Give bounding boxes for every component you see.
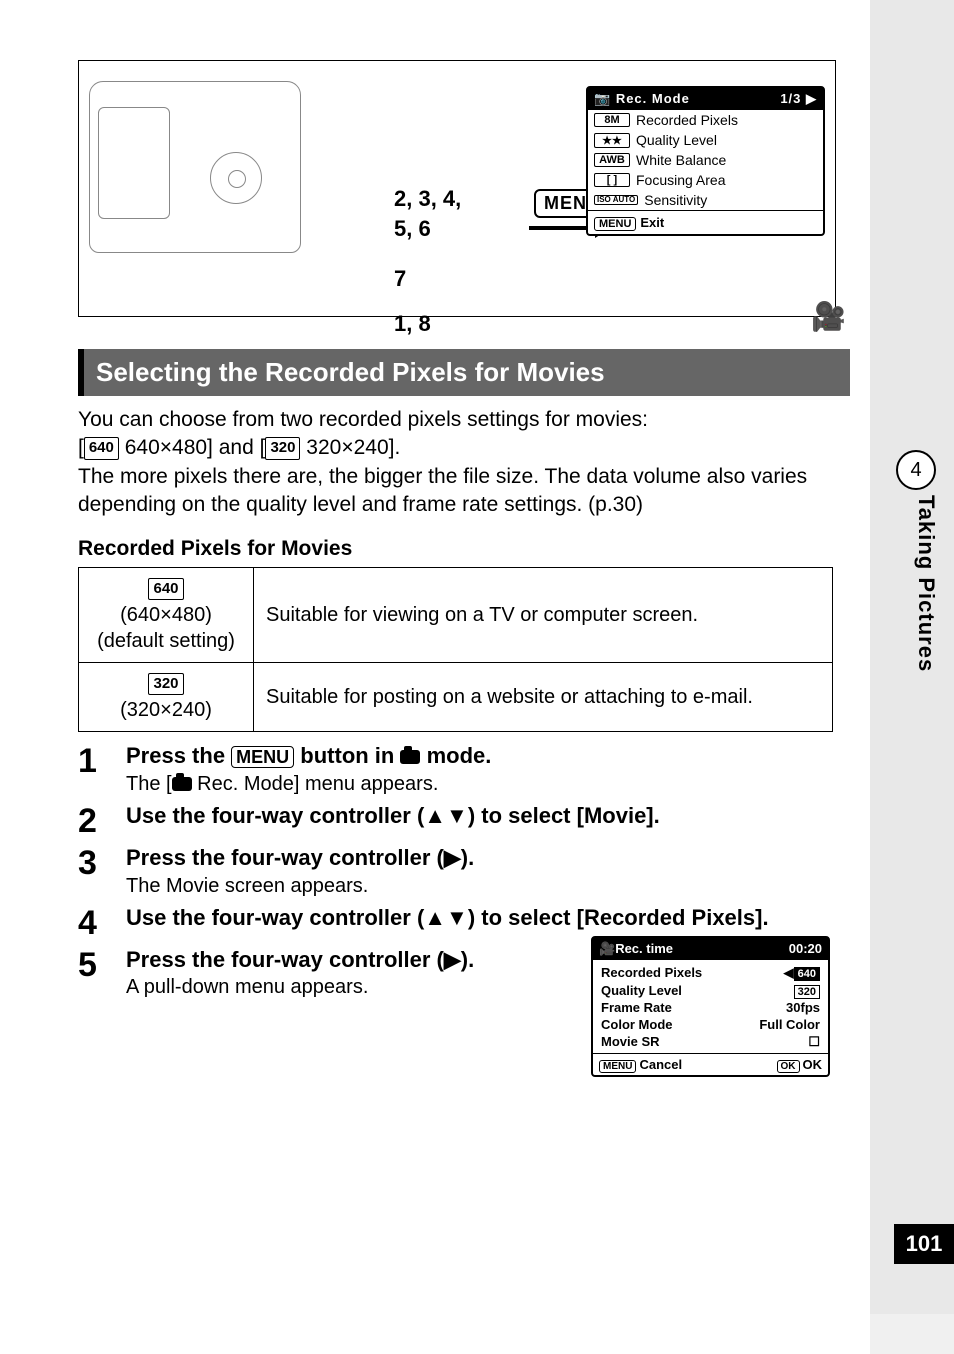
- lcd-row-quality: ★★Quality Level: [588, 130, 823, 150]
- side-tab: 4 Taking Pictures 101: [870, 0, 954, 1314]
- lcd2-row-colormode: Color Mode Full Color: [601, 1016, 820, 1033]
- lcd-icon-awb: AWB: [594, 153, 630, 167]
- lcd-row-recorded-pixels: 8MRecorded Pixels: [588, 110, 823, 130]
- pixel-option-320: 320: [794, 985, 820, 999]
- step-5: 5 Press the four-way controller (▶). A p…: [78, 946, 850, 1000]
- step-4: 4 Use the four-way controller (▲▼) to se…: [78, 904, 850, 940]
- lcd2-row-recorded-pixels: Recorded Pixels ◀640: [601, 964, 820, 982]
- page-number: 101: [894, 1224, 954, 1264]
- dpad-illustration: [210, 152, 262, 204]
- table-heading: Recorded Pixels for Movies: [78, 537, 850, 561]
- step-2: 2 Use the four-way controller (▲▼) to se…: [78, 802, 850, 838]
- callout-ok-step: 7: [394, 266, 406, 292]
- step-4-title: Use the four-way controller (▲▼) to sele…: [126, 904, 850, 933]
- step-3-desc: The Movie screen appears.: [126, 875, 850, 898]
- lcd-icon-focus: [ ]: [594, 173, 630, 187]
- movie-mode-icon: 🎥: [811, 300, 846, 333]
- ok-chip-icon: OK: [777, 1060, 800, 1073]
- lcd-row-focus: [ ]Focusing Area: [588, 170, 823, 190]
- lcd2-title: 🎥Rec. time: [599, 941, 673, 957]
- intro-paragraph: You can choose from two recorded pixels …: [78, 406, 850, 519]
- table-cell-320: 320 (320×240): [79, 663, 254, 732]
- chapter-title-vertical: Taking Pictures: [913, 495, 939, 672]
- step-number: 3: [78, 844, 108, 898]
- lcd-header: 📷 Rec. Mode 1/3 ▶: [588, 88, 823, 110]
- lcd2-row-moviesr: Movie SR ☐: [601, 1033, 820, 1051]
- lcd-icon-stars: ★★: [594, 133, 630, 148]
- pixel-box-320-icon: 320: [265, 437, 300, 459]
- lcd-row-wb: AWBWhite Balance: [588, 150, 823, 170]
- page-content: 2, 3, 4, 5, 6 7 1, 8 MENU 📷 Rec. Mode 1/…: [0, 0, 870, 1354]
- camera-icon: [400, 750, 420, 764]
- recorded-pixels-table: 640 (640×480) (default setting) Suitable…: [78, 567, 833, 732]
- step-3-title: Press the four-way controller (▶).: [126, 844, 850, 873]
- lcd2-footer: MENUCancel OKOK: [593, 1053, 828, 1075]
- table-row: 320 (320×240) Suitable for posting on a …: [79, 663, 833, 732]
- step-2-title: Use the four-way controller (▲▼) to sele…: [126, 802, 850, 831]
- lcd-footer: MENUExit: [588, 210, 823, 234]
- lcd-icon-8m: 8M: [594, 113, 630, 127]
- callout-dpad-steps-line1: 2, 3, 4,: [394, 186, 461, 212]
- lcd-rec-mode-menu: 📷 Rec. Mode 1/3 ▶ 8MRecorded Pixels ★★Qu…: [586, 86, 825, 236]
- step-1: 1 Press the MENU button in mode. The [ R…: [78, 742, 850, 796]
- section-heading: Selecting the Recorded Pixels for Movies: [78, 349, 850, 396]
- top-diagram-box: 2, 3, 4, 5, 6 7 1, 8 MENU 📷 Rec. Mode 1/…: [78, 60, 836, 317]
- lcd-page-indicator: 1/3 ▶: [780, 91, 817, 107]
- step-number: 2: [78, 802, 108, 838]
- menu-chip-icon: MENU: [594, 217, 636, 231]
- pixel-option-640: 640: [794, 967, 820, 981]
- lcd2-row-framerate: Frame Rate 30fps: [601, 999, 820, 1016]
- table-cell-320-desc: Suitable for posting on a website or att…: [254, 663, 833, 732]
- lcd2-row-quality: Quality Level 320: [601, 982, 820, 999]
- step-number: 4: [78, 904, 108, 940]
- step-1-desc: The [ Rec. Mode] menu appears.: [126, 773, 850, 796]
- callout-menu-step: 1, 8: [394, 311, 431, 337]
- table-cell-640: 640 (640×480) (default setting): [79, 568, 254, 663]
- step-number: 1: [78, 742, 108, 796]
- lcd-icon-iso: ISO AUTO: [594, 195, 638, 205]
- table-cell-640-desc: Suitable for viewing on a TV or computer…: [254, 568, 833, 663]
- callout-dpad-steps-line2: 5, 6: [394, 216, 431, 242]
- step-1-title: Press the MENU button in mode.: [126, 742, 850, 771]
- step-5-desc: A pull-down menu appears.: [126, 976, 596, 999]
- menu-button-inline-icon: MENU: [231, 746, 294, 768]
- lcd-row-iso: ISO AUTOSensitivity: [588, 190, 823, 210]
- step-5-title: Press the four-way controller (▶).: [126, 946, 596, 975]
- step-3: 3 Press the four-way controller (▶). The…: [78, 844, 850, 898]
- lcd-movie-menu: 🎥Rec. time 00:20 Recorded Pixels ◀640 Qu…: [591, 936, 830, 1077]
- chapter-number-badge: 4: [896, 450, 936, 490]
- camera-illustration: [89, 81, 301, 253]
- menu-chip-icon: MENU: [599, 1060, 636, 1073]
- lcd2-header: 🎥Rec. time 00:20: [593, 938, 828, 960]
- table-row: 640 (640×480) (default setting) Suitable…: [79, 568, 833, 663]
- step-number: 5: [78, 946, 108, 1000]
- steps-list: 1 Press the MENU button in mode. The [ R…: [78, 742, 850, 999]
- pixel-box-640-icon: 640: [84, 437, 119, 459]
- lcd-title: 📷 Rec. Mode: [594, 91, 690, 107]
- camera-icon: [172, 777, 192, 791]
- lcd2-time: 00:20: [789, 941, 822, 957]
